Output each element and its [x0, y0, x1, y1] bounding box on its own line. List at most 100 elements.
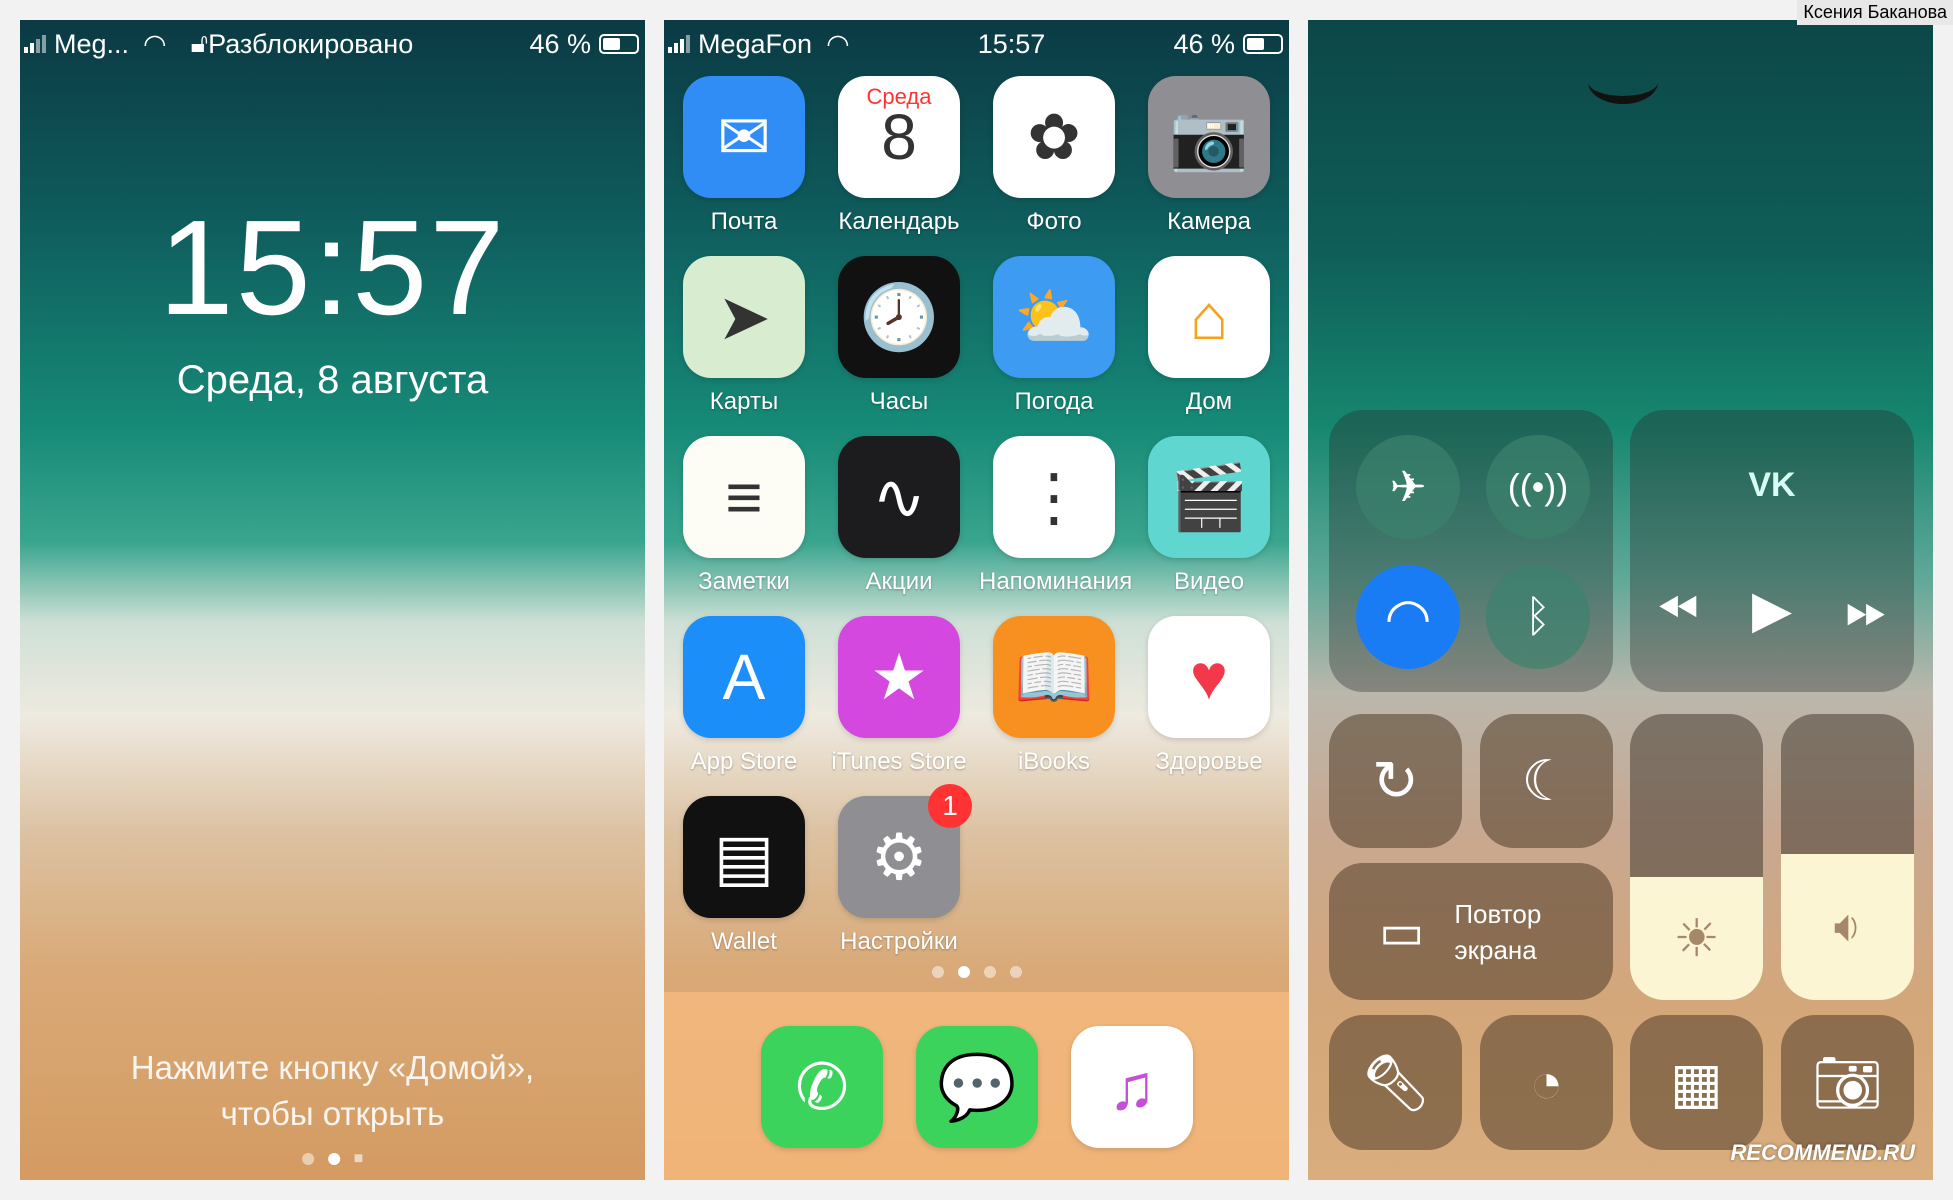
bluetooth-off-icon: ᛒ: [1524, 592, 1552, 641]
screen-mirroring-button[interactable]: ▭ Повтор экрана: [1329, 863, 1613, 1000]
icon-glyph: ✆: [795, 1050, 849, 1123]
flashlight-icon: 🔦︎: [1359, 1050, 1432, 1114]
app-itunes-star[interactable]: ★ iTunes Store: [824, 616, 974, 776]
airplane-mode-toggle[interactable]: ✈: [1356, 435, 1460, 539]
app-calendar[interactable]: Среда 8 Календарь: [824, 76, 974, 236]
chevron-down-icon[interactable]: [1588, 82, 1658, 104]
battery-percent: 46 %: [1173, 28, 1235, 59]
play-button[interactable]: ▶: [1752, 580, 1792, 641]
dot: [301, 1153, 314, 1165]
dock: ✆ 💬 ♫: [664, 992, 1289, 1180]
battery-percent: 46 %: [529, 28, 591, 59]
health-heart-icon: ♥: [1148, 616, 1270, 738]
icon-glyph: ⋮: [1022, 460, 1086, 533]
icon-glyph: ✉: [717, 100, 771, 173]
rewind-button[interactable]: ⏪︎: [1657, 580, 1699, 641]
camera-button[interactable]: 📷︎: [1781, 1015, 1914, 1150]
icon-glyph: ⛅: [1014, 280, 1094, 353]
dock-app-phone[interactable]: ✆: [747, 1026, 897, 1148]
app-reminders[interactable]: ⋮ Напоминания: [979, 436, 1133, 596]
calendar-weekday: Среда: [866, 84, 932, 109]
wallet-icon: ▤: [683, 796, 805, 918]
icon-glyph: 💬: [937, 1050, 1017, 1123]
sun-icon: ☀: [1673, 909, 1720, 968]
brightness-slider[interactable]: ☀: [1630, 714, 1763, 1000]
speaker-icon: 🔉︎: [1833, 902, 1862, 952]
calendar-icon: Среда 8: [838, 76, 960, 198]
flashlight-button[interactable]: 🔦︎: [1329, 1015, 1462, 1150]
moon-icon: ☾: [1521, 749, 1572, 812]
app-label: Погода: [1014, 388, 1094, 415]
page-dots: ■: [301, 1150, 364, 1167]
mail-icon: ✉: [683, 76, 805, 198]
orientation-lock-button[interactable]: ↻: [1329, 714, 1462, 848]
icon-glyph: ⌂: [1189, 281, 1229, 353]
app-label: iTunes Store: [831, 748, 967, 775]
camera-page-icon: ■: [353, 1150, 364, 1167]
app-stocks[interactable]: ∿ Акции: [824, 436, 974, 596]
hint-line-1: Нажмите кнопку «Домой»,: [130, 1049, 535, 1086]
timer-button[interactable]: ◔: [1480, 1015, 1613, 1150]
icon-glyph: 📖: [1014, 640, 1094, 713]
media-app-name: VK: [1748, 466, 1796, 504]
dot-active: [327, 1153, 340, 1165]
icon-glyph: ∿: [872, 460, 926, 533]
airplay-icon: ▭: [1379, 905, 1425, 959]
dock-app-messages[interactable]: 💬: [902, 1026, 1052, 1148]
dock-app-music[interactable]: ♫: [1057, 1026, 1207, 1148]
hint-line-2: чтобы открыть: [220, 1095, 445, 1132]
status-time: 15:57: [977, 28, 1046, 59]
icon-glyph: ♥: [1190, 641, 1228, 713]
calculator-button[interactable]: ▦: [1630, 1015, 1763, 1150]
do-not-disturb-button[interactable]: ☾: [1480, 714, 1613, 848]
fast-forward-button[interactable]: ⏩︎: [1846, 580, 1888, 641]
timer-icon: ◔: [1529, 1051, 1564, 1114]
bluetooth-toggle[interactable]: ᛒ: [1486, 565, 1590, 669]
page-dots[interactable]: [931, 966, 1022, 978]
stocks-icon: ∿: [838, 436, 960, 558]
messages-icon: 💬: [916, 1026, 1038, 1148]
settings-gear-icon: ⚙ 1: [838, 784, 972, 918]
app-label: Часы: [869, 388, 929, 415]
wifi-icon: ◠: [143, 28, 167, 59]
app-clock[interactable]: 🕗 Часы: [824, 256, 974, 416]
icon-glyph: ≡: [725, 461, 763, 533]
app-ibooks[interactable]: 📖 iBooks: [979, 616, 1129, 776]
icon-glyph: 📷: [1169, 100, 1249, 173]
app-label: Карты: [709, 388, 779, 415]
ibooks-icon: 📖: [993, 616, 1115, 738]
app-camera[interactable]: 📷 Камера: [1134, 76, 1284, 236]
app-maps[interactable]: ➤ Карты: [669, 256, 819, 416]
app-weather[interactable]: ⛅ Погода: [979, 256, 1129, 416]
cellular-data-toggle[interactable]: ((•)): [1486, 435, 1590, 539]
app-photos[interactable]: ✿ Фото: [979, 76, 1129, 236]
app-label: Видео: [1173, 568, 1245, 595]
app-videos[interactable]: 🎬 Видео: [1134, 436, 1284, 596]
calculator-icon: ▦: [1670, 1050, 1723, 1114]
wifi-icon: ◠: [1384, 587, 1432, 648]
app-notes[interactable]: ≡ Заметки: [669, 436, 819, 596]
itunes-star-icon: ★: [838, 616, 960, 738]
app-label: App Store: [690, 748, 798, 775]
app-home[interactable]: ⌂ Дом: [1134, 256, 1284, 416]
app-store-icon: A: [683, 616, 805, 738]
volume-fill: 🔉︎: [1781, 854, 1914, 1000]
wifi-toggle[interactable]: ◠: [1356, 565, 1460, 669]
signal-icon: [668, 35, 690, 53]
battery-icon: [599, 34, 639, 54]
app-health-heart[interactable]: ♥ Здоровье: [1134, 616, 1284, 776]
volume-slider[interactable]: 🔉︎: [1781, 714, 1914, 1000]
app-settings-gear[interactable]: ⚙ 1 Настройки: [824, 784, 974, 956]
icon-glyph: ♫: [1108, 1051, 1156, 1123]
lock-time: 15:57: [158, 192, 507, 343]
icon-glyph: 🕗: [859, 280, 939, 353]
app-label: Фото: [1026, 208, 1082, 235]
app-label: Wallet: [711, 928, 777, 955]
photos-icon: ✿: [993, 76, 1115, 198]
app-label: Напоминания: [979, 568, 1133, 595]
app-app-store[interactable]: A App Store: [669, 616, 819, 776]
app-label: Камера: [1167, 208, 1251, 235]
reminders-icon: ⋮: [993, 436, 1115, 558]
app-mail[interactable]: ✉ Почта: [669, 76, 819, 236]
app-wallet[interactable]: ▤ Wallet: [669, 796, 819, 956]
